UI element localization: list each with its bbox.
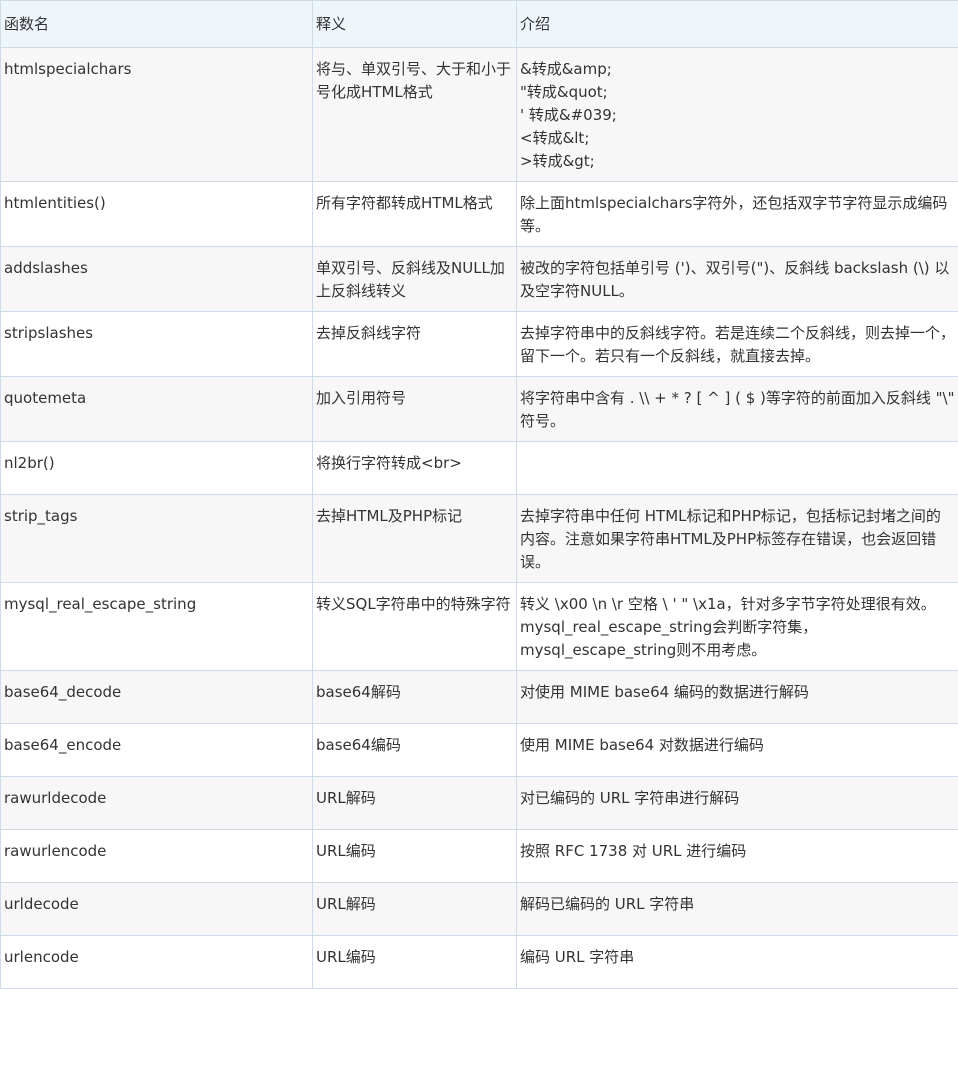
cell-intro: 编码 URL 字符串 bbox=[516, 935, 958, 989]
cell-function-name: base64_encode bbox=[0, 723, 313, 777]
header-function-name: 函数名 bbox=[0, 0, 313, 48]
table-row: nl2br() 将换行字符转成<br> bbox=[0, 441, 958, 495]
cell-function-name: htmlspecialchars bbox=[0, 47, 313, 182]
cell-intro: 对已编码的 URL 字符串进行解码 bbox=[516, 776, 958, 830]
cell-intro: 除上面htmlspecialchars字符外，还包括双字节字符显示成编码等。 bbox=[516, 181, 958, 247]
table-row: stripslashes 去掉反斜线字符 去掉字符串中的反斜线字符。若是连续二个… bbox=[0, 311, 958, 377]
cell-meaning: 单双引号、反斜线及NULL加上反斜线转义 bbox=[312, 246, 517, 312]
intro-line: ' 转成&#039; bbox=[520, 106, 617, 124]
cell-function-name: base64_decode bbox=[0, 670, 313, 724]
cell-meaning: 将换行字符转成<br> bbox=[312, 441, 517, 495]
cell-meaning: 所有字符都转成HTML格式 bbox=[312, 181, 517, 247]
cell-intro: 去掉字符串中任何 HTML标记和PHP标记，包括标记封堵之间的内容。注意如果字符… bbox=[516, 494, 958, 583]
table-row: htmlentities() 所有字符都转成HTML格式 除上面htmlspec… bbox=[0, 181, 958, 247]
cell-function-name: urlencode bbox=[0, 935, 313, 989]
table-row: rawurldecode URL解码 对已编码的 URL 字符串进行解码 bbox=[0, 776, 958, 830]
cell-intro: 去掉字符串中的反斜线字符。若是连续二个反斜线，则去掉一个，留下一个。若只有一个反… bbox=[516, 311, 958, 377]
cell-function-name: nl2br() bbox=[0, 441, 313, 495]
cell-function-name: rawurldecode bbox=[0, 776, 313, 830]
table-row: htmlspecialchars 将与、单双引号、大于和小于号化成HTML格式 … bbox=[0, 47, 958, 182]
cell-meaning: base64解码 bbox=[312, 670, 517, 724]
cell-meaning: URL解码 bbox=[312, 776, 517, 830]
table-header-row: 函数名 释义 介绍 bbox=[0, 0, 958, 48]
header-meaning: 释义 bbox=[312, 0, 517, 48]
cell-intro: 对使用 MIME base64 编码的数据进行解码 bbox=[516, 670, 958, 724]
table-row: strip_tags 去掉HTML及PHP标记 去掉字符串中任何 HTML标记和… bbox=[0, 494, 958, 583]
header-intro: 介绍 bbox=[516, 0, 958, 48]
cell-function-name: urldecode bbox=[0, 882, 313, 936]
cell-intro: 使用 MIME base64 对数据进行编码 bbox=[516, 723, 958, 777]
cell-intro: &转成&amp; "转成&quot; ' 转成&#039; <转成&lt; >转… bbox=[516, 47, 958, 182]
intro-line: &转成&amp; bbox=[520, 60, 612, 78]
cell-meaning: 去掉反斜线字符 bbox=[312, 311, 517, 377]
cell-intro: 转义 \x00 \n \r 空格 \ ' " \x1a，针对多字节字符处理很有效… bbox=[516, 582, 958, 671]
cell-function-name: mysql_real_escape_string bbox=[0, 582, 313, 671]
cell-intro: 按照 RFC 1738 对 URL 进行编码 bbox=[516, 829, 958, 883]
cell-meaning: 转义SQL字符串中的特殊字符 bbox=[312, 582, 517, 671]
table-row: base64_decode base64解码 对使用 MIME base64 编… bbox=[0, 670, 958, 724]
cell-meaning: URL解码 bbox=[312, 882, 517, 936]
cell-intro: 被改的字符包括单引号 (')、双引号(")、反斜线 backslash (\) … bbox=[516, 246, 958, 312]
table-row: quotemeta 加入引用符号 将字符串中含有 . \\ + * ? [ ^ … bbox=[0, 376, 958, 442]
table-row: urldecode URL解码 解码已编码的 URL 字符串 bbox=[0, 882, 958, 936]
intro-line: <转成&lt; bbox=[520, 129, 590, 147]
cell-intro: 解码已编码的 URL 字符串 bbox=[516, 882, 958, 936]
table-row: addslashes 单双引号、反斜线及NULL加上反斜线转义 被改的字符包括单… bbox=[0, 246, 958, 312]
cell-meaning: 加入引用符号 bbox=[312, 376, 517, 442]
table-row: base64_encode base64编码 使用 MIME base64 对数… bbox=[0, 723, 958, 777]
cell-meaning: 将与、单双引号、大于和小于号化成HTML格式 bbox=[312, 47, 517, 182]
cell-intro bbox=[516, 441, 958, 495]
cell-function-name: strip_tags bbox=[0, 494, 313, 583]
cell-meaning: base64编码 bbox=[312, 723, 517, 777]
cell-meaning: 去掉HTML及PHP标记 bbox=[312, 494, 517, 583]
function-table: 函数名 释义 介绍 htmlspecialchars 将与、单双引号、大于和小于… bbox=[0, 0, 958, 989]
cell-function-name: addslashes bbox=[0, 246, 313, 312]
table-row: mysql_real_escape_string 转义SQL字符串中的特殊字符 … bbox=[0, 582, 958, 671]
cell-function-name: htmlentities() bbox=[0, 181, 313, 247]
cell-intro: 将字符串中含有 . \\ + * ? [ ^ ] ( $ )等字符的前面加入反斜… bbox=[516, 376, 958, 442]
cell-function-name: stripslashes bbox=[0, 311, 313, 377]
table-row: rawurlencode URL编码 按照 RFC 1738 对 URL 进行编… bbox=[0, 829, 958, 883]
cell-function-name: rawurlencode bbox=[0, 829, 313, 883]
intro-line: >转成&gt; bbox=[520, 152, 595, 170]
intro-line: "转成&quot; bbox=[520, 83, 608, 101]
cell-function-name: quotemeta bbox=[0, 376, 313, 442]
cell-meaning: URL编码 bbox=[312, 935, 517, 989]
table-row: urlencode URL编码 编码 URL 字符串 bbox=[0, 935, 958, 989]
cell-meaning: URL编码 bbox=[312, 829, 517, 883]
